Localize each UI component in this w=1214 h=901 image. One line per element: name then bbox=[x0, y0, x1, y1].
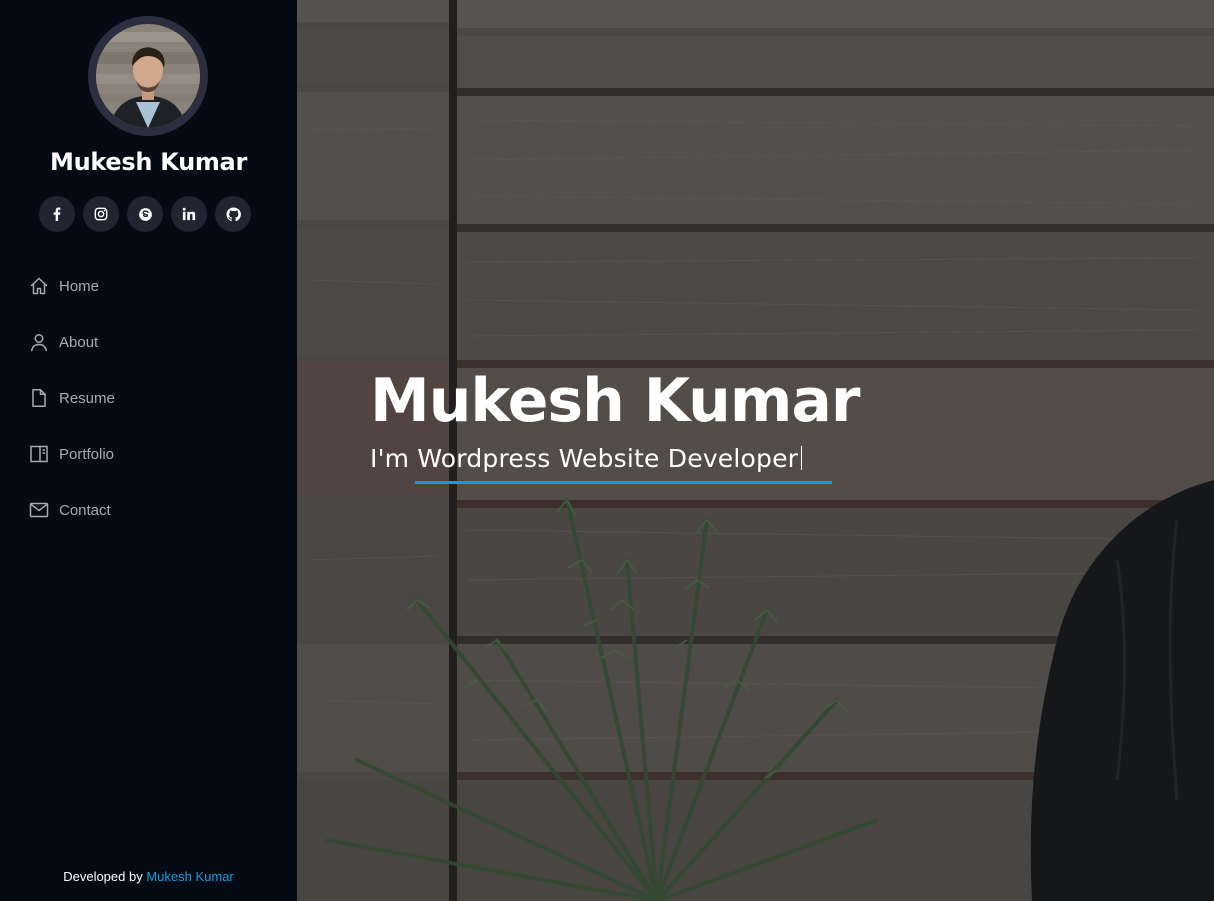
linkedin-icon bbox=[182, 207, 196, 221]
nav-item-contact[interactable]: Contact bbox=[0, 482, 297, 538]
hero-subtitle-text: I'm Wordpress Website Developer bbox=[370, 444, 799, 473]
github-button[interactable] bbox=[215, 196, 251, 232]
avatar bbox=[96, 24, 200, 128]
facebook-button[interactable] bbox=[39, 196, 75, 232]
page: Mukesh Kumar Home About Resume Portfolio… bbox=[0, 0, 1214, 901]
footer-prefix: Developed by bbox=[63, 869, 143, 884]
sidebar: Mukesh Kumar Home About Resume Portfolio… bbox=[0, 0, 297, 901]
hero-subtitle: I'm Wordpress Website Developer bbox=[370, 444, 803, 473]
profile-name: Mukesh Kumar bbox=[50, 148, 247, 176]
profile-photo-icon bbox=[96, 24, 200, 128]
skype-button[interactable] bbox=[127, 196, 163, 232]
social-links bbox=[39, 196, 251, 232]
github-icon bbox=[225, 206, 241, 221]
envelope-icon bbox=[28, 499, 50, 521]
home-icon bbox=[28, 275, 50, 297]
nav-item-about[interactable]: About bbox=[0, 314, 297, 370]
footer-credits: Developed by Mukesh Kumar bbox=[0, 869, 297, 884]
file-icon bbox=[28, 387, 50, 409]
nav-menu: Home About Resume Portfolio Contact bbox=[0, 258, 297, 538]
nav-item-resume[interactable]: Resume bbox=[0, 370, 297, 426]
nav-label-portfolio: Portfolio bbox=[59, 445, 115, 463]
linkedin-button[interactable] bbox=[171, 196, 207, 232]
instagram-button[interactable] bbox=[83, 196, 119, 232]
instagram-icon bbox=[94, 207, 108, 221]
book-icon bbox=[28, 443, 50, 465]
nav-label-about: About bbox=[59, 333, 99, 351]
nav-label-contact: Contact bbox=[59, 501, 111, 519]
nav-label-home: Home bbox=[59, 277, 100, 295]
subtitle-underline bbox=[415, 481, 832, 484]
typing-cursor bbox=[801, 446, 803, 470]
nav-item-portfolio[interactable]: Portfolio bbox=[0, 426, 297, 482]
facebook-icon bbox=[53, 207, 61, 221]
nav-item-home[interactable]: Home bbox=[0, 258, 297, 314]
skype-icon bbox=[138, 207, 152, 221]
footer-author-link[interactable]: Mukesh Kumar bbox=[146, 869, 233, 884]
avatar-ring bbox=[88, 16, 208, 136]
user-icon bbox=[28, 331, 50, 353]
hero-title: Mukesh Kumar bbox=[370, 366, 860, 436]
nav-label-resume: Resume bbox=[59, 389, 115, 407]
hero-section: Mukesh Kumar I'm Wordpress Website Devel… bbox=[297, 0, 1214, 901]
